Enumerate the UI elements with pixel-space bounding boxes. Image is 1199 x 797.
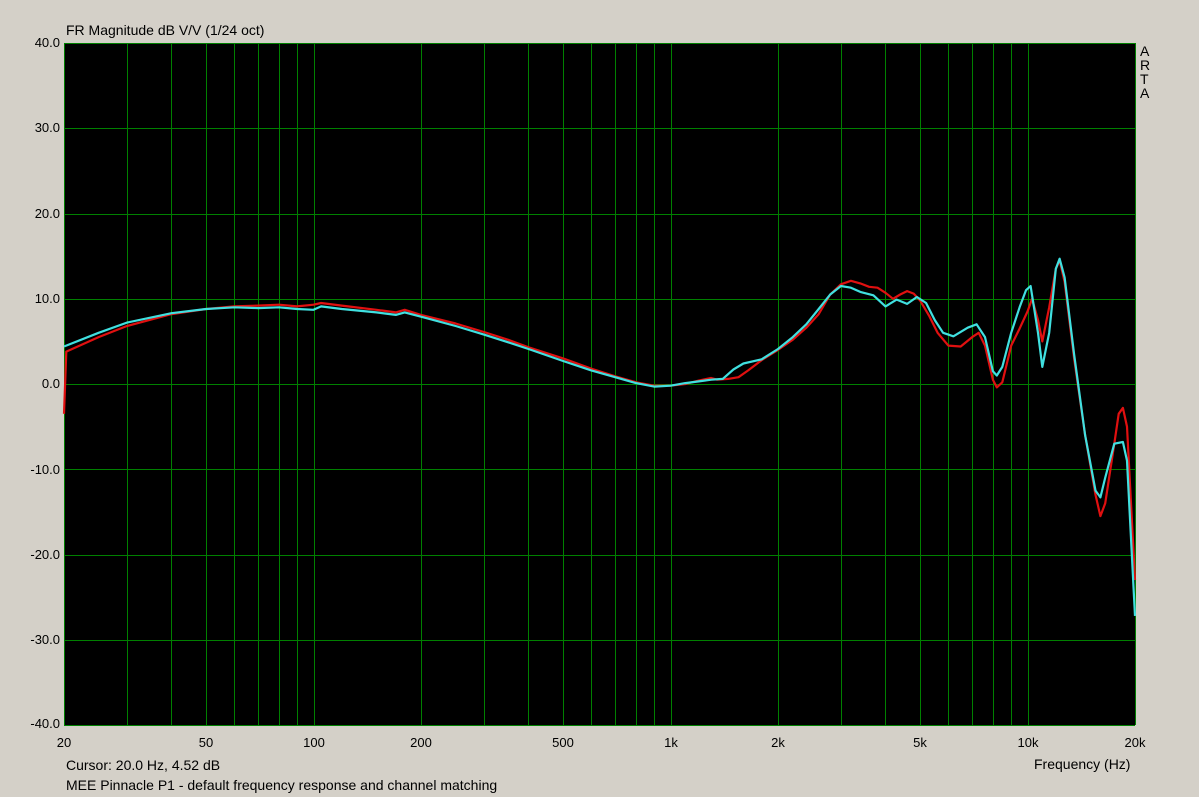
frequency-response-plot[interactable] <box>0 0 1199 797</box>
